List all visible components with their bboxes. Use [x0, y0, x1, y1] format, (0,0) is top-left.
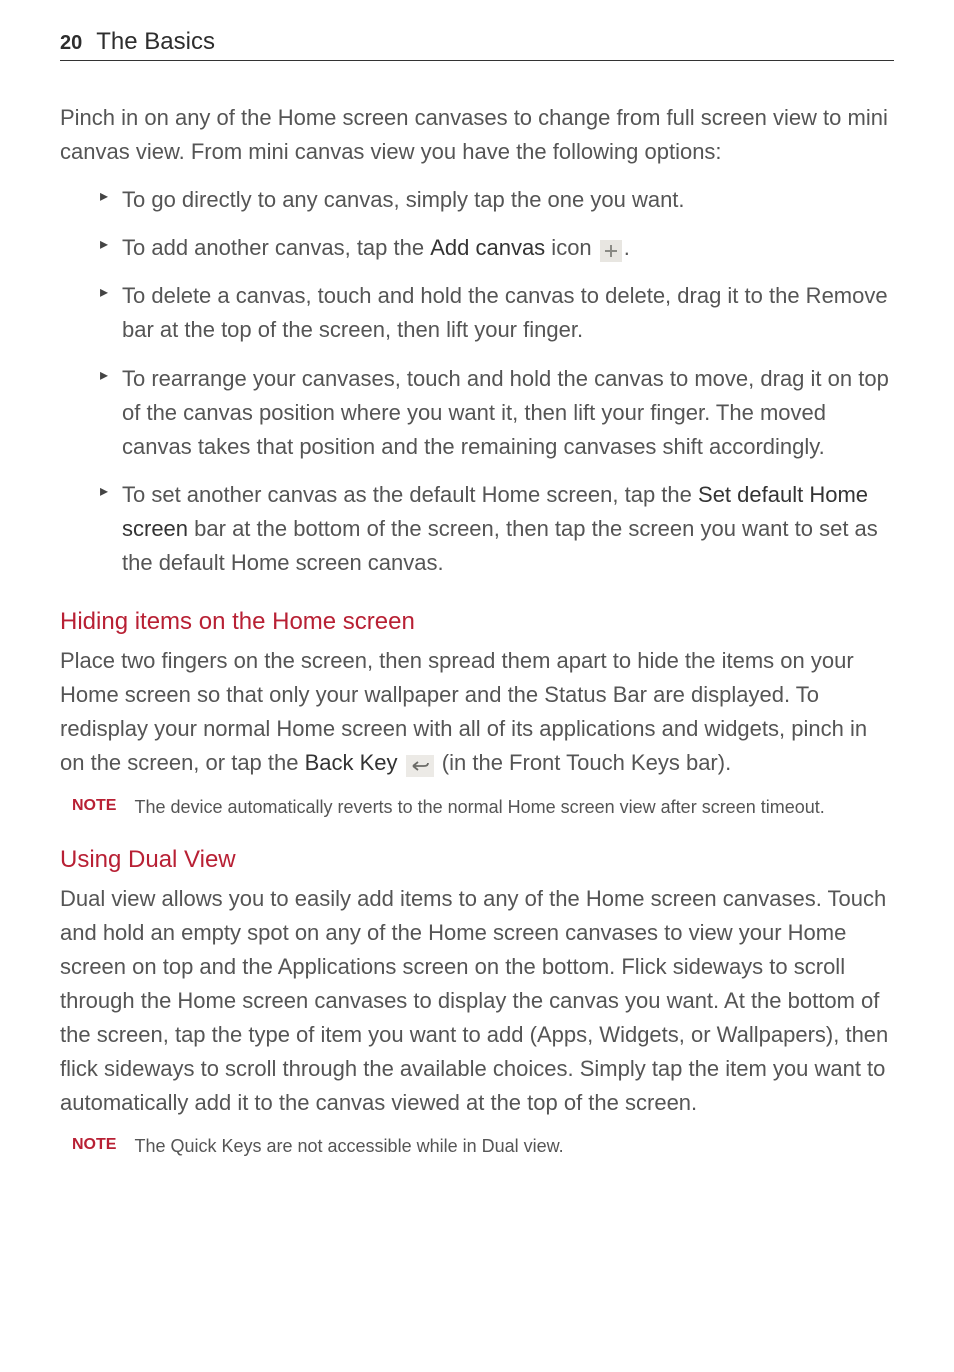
dual-heading: Using Dual View — [60, 846, 894, 874]
page-header: 20 The Basics — [60, 28, 894, 61]
list-item-text: icon — [545, 235, 598, 260]
plus-icon — [600, 240, 622, 262]
hiding-paragraph: Place two fingers on the screen, then sp… — [60, 644, 894, 780]
list-item-text: To rearrange your canvases, touch and ho… — [122, 366, 889, 459]
note-text: The Quick Keys are not accessible while … — [134, 1134, 563, 1159]
list-item-text: To add another canvas, tap the — [122, 235, 430, 260]
list-item-text: To delete a canvas, touch and hold the c… — [122, 283, 888, 342]
options-list: To go directly to any canvas, simply tap… — [60, 183, 894, 580]
page: 20 The Basics Pinch in on any of the Hom… — [0, 0, 954, 1216]
dual-paragraph: Dual view allows you to easily add items… — [60, 882, 894, 1121]
section-title: The Basics — [96, 28, 215, 56]
note-label: NOTE — [72, 1136, 116, 1154]
note-row: NOTE The device automatically reverts to… — [72, 795, 894, 820]
add-canvas-label: Add canvas — [430, 235, 545, 260]
intro-paragraph: Pinch in on any of the Home screen canva… — [60, 101, 894, 169]
note-label: NOTE — [72, 797, 116, 815]
back-icon — [406, 755, 434, 777]
page-number: 20 — [60, 32, 82, 55]
list-item: To add another canvas, tap the Add canva… — [60, 231, 894, 265]
list-item-text: . — [624, 235, 630, 260]
list-item: To delete a canvas, touch and hold the c… — [60, 279, 894, 347]
note-text: The device automatically reverts to the … — [134, 795, 824, 820]
list-item: To rearrange your canvases, touch and ho… — [60, 362, 894, 464]
list-item: To go directly to any canvas, simply tap… — [60, 183, 894, 217]
note-row: NOTE The Quick Keys are not accessible w… — [72, 1134, 894, 1159]
hiding-heading: Hiding items on the Home screen — [60, 608, 894, 636]
list-item: To set another canvas as the default Hom… — [60, 478, 894, 580]
list-item-text: bar at the bottom of the screen, then ta… — [122, 516, 878, 575]
list-item-text: To go directly to any canvas, simply tap… — [122, 187, 685, 212]
back-key-label: Back Key — [305, 750, 398, 775]
paragraph-text: (in the Front Touch Keys bar). — [442, 750, 731, 775]
list-item-text: To set another canvas as the default Hom… — [122, 482, 698, 507]
